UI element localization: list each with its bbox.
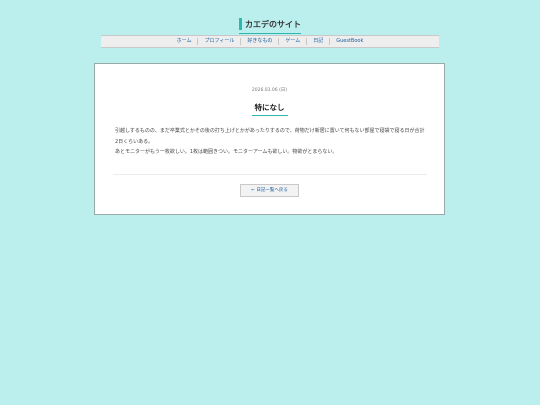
nav-item-home[interactable]: ホーム <box>171 38 198 45</box>
nav-item-favorites[interactable]: 好きなもの <box>240 38 278 45</box>
post-body: 引越しするものの、まだ卒業式とかその後の打ち上げとかがあったりするので、荷物だけ… <box>115 126 427 158</box>
post-paragraph: 引越しするものの、まだ卒業式とかその後の打ち上げとかがあったりするので、荷物だけ… <box>115 128 425 145</box>
post-paragraph: あとモニターがもう一枚欲しい。1枚は範囲きつい。モニターアームも欲しい。物欲がと… <box>115 149 338 155</box>
site-title[interactable]: カエデのサイト <box>239 18 301 34</box>
divider <box>113 174 427 175</box>
post-title: 特になし <box>251 102 288 116</box>
main-nav: ホーム プロフィール 好きなもの ゲーム 日記 GuestBook <box>101 35 439 48</box>
nav-item-games[interactable]: ゲーム <box>278 38 306 45</box>
nav-item-profile[interactable]: プロフィール <box>197 38 240 45</box>
nav-item-diary[interactable]: 日記 <box>306 38 329 45</box>
back-to-diary-list-button[interactable]: ← 日記一覧へ戻る <box>240 184 299 197</box>
site-header: カエデのサイト <box>0 12 540 34</box>
post-date: 2026.03.06 (日) <box>251 88 288 93</box>
post-title-wrap: 特になし <box>95 95 444 121</box>
nav-item-guestbook[interactable]: GuestBook <box>329 38 369 45</box>
post-card: 2026.03.06 (日) 特になし 引越しするものの、まだ卒業式とかその後の… <box>94 63 445 215</box>
